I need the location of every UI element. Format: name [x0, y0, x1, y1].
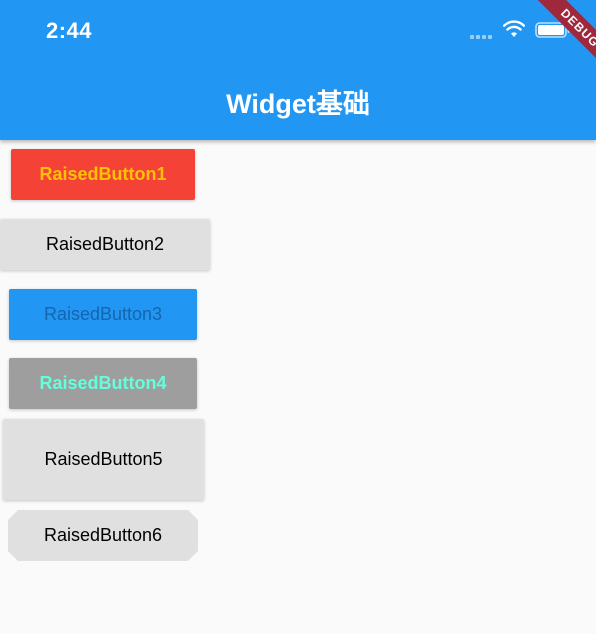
- raised-button-2[interactable]: RaisedButton2: [0, 219, 210, 270]
- app-bar: 2:44 Widget基础: [0, 0, 596, 140]
- debug-banner: DEBUG: [516, 0, 596, 80]
- signal-icon: [470, 35, 492, 39]
- raised-button-4[interactable]: RaisedButton4: [9, 358, 197, 409]
- page-title: Widget基础: [226, 89, 370, 119]
- raised-button-6[interactable]: RaisedButton6: [8, 510, 198, 561]
- status-time: 2:44: [46, 18, 93, 43]
- debug-label: DEBUG: [530, 0, 596, 78]
- raised-button-1[interactable]: RaisedButton1: [11, 149, 195, 200]
- raised-button-5[interactable]: RaisedButton5: [3, 419, 204, 500]
- raised-button-3[interactable]: RaisedButton3: [9, 289, 197, 340]
